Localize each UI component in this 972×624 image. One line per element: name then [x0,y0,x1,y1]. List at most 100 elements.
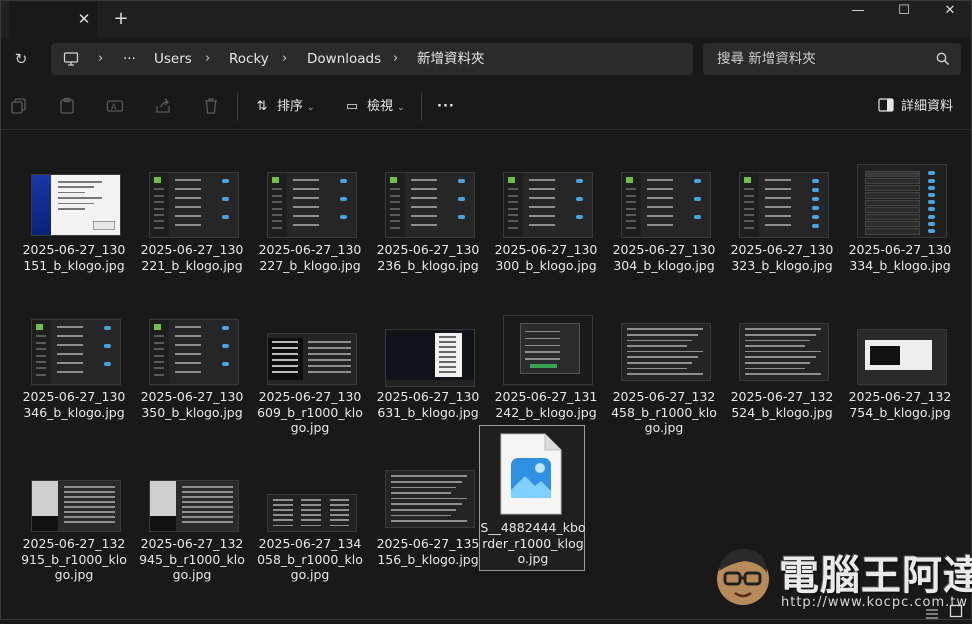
view-button[interactable]: ▭ 檢視 ⌄ [343,93,405,121]
file-item[interactable]: 2025-06-27_130350_b_klogo.jpg [137,285,243,429]
file-item[interactable]: 2025-06-27_130346_b_klogo.jpg [19,285,125,429]
explorer-window: ✕ + — ☐ ✕ ↻ › ··· Users › Rocky › Downlo… [0,0,972,620]
file-name: 2025-06-27_130631_b_klogo.jpg [376,389,480,420]
file-name: 2025-06-27_130346_b_klogo.jpg [22,389,126,420]
chevron-right-icon[interactable]: › [98,43,103,75]
file-item[interactable]: 2025-06-27_132524_b_klogo.jpg [727,285,833,429]
chevron-right-icon[interactable]: › [205,43,210,75]
delete-icon[interactable] [201,97,221,117]
image-thumbnail [621,172,711,238]
breadcrumb-more[interactable]: ··· [123,43,136,75]
breadcrumb-users[interactable]: Users [154,43,192,75]
file-item[interactable]: 2025-06-27_132945_b_r1000_klogo.jpg [137,432,245,582]
image-thumbnail [857,164,947,238]
share-icon[interactable] [153,97,173,117]
details-label: 詳細資料 [901,99,954,114]
file-item[interactable]: 2025-06-27_132754_b_klogo.jpg [845,285,951,429]
watermark-url: http://www.kocpc.com.tw [781,595,968,610]
file-item[interactable]: 2025-06-27_130631_b_klogo.jpg [373,285,479,429]
svg-text:A: A [111,103,117,112]
sort-button[interactable]: ⇅ 排序 ⌄ [253,93,315,121]
search-box[interactable]: 搜尋 新增資料夾 [703,43,961,75]
file-item[interactable]: 2025-06-27_135156_b_klogo.jpg [373,432,479,576]
file-name: 2025-06-27_130300_b_klogo.jpg [494,242,598,273]
breadcrumb[interactable]: › ··· Users › Rocky › Downloads › 新增資料夾 [51,43,693,75]
image-thumbnail [31,319,121,385]
maximize-button[interactable]: ☐ [881,1,927,21]
image-thumbnail [621,323,711,381]
more-options-button[interactable]: ··· [437,93,455,121]
image-thumbnail [267,494,357,532]
image-thumbnail [503,172,593,238]
copy-icon[interactable] [9,97,29,117]
chevron-right-icon[interactable]: › [282,43,287,75]
breadcrumb-current-folder[interactable]: 新增資料夾 [417,43,485,75]
minimize-button[interactable]: — [835,1,881,21]
breadcrumb-downloads[interactable]: Downloads [307,43,381,75]
file-item[interactable]: 2025-06-27_132458_b_r1000_klogo.jpg [609,285,717,435]
search-icon[interactable] [935,51,951,67]
rename-icon[interactable]: A [105,97,125,117]
details-pane-icon [877,93,895,121]
toolbar-divider [237,93,238,121]
large-icons-view-icon[interactable] [949,603,963,618]
file-item[interactable]: 2025-06-27_134058_b_r1000_klogo.jpg [255,432,363,582]
file-name: 2025-06-27_130227_b_klogo.jpg [258,242,362,273]
watermark-title: 電腦王阿達 [779,553,972,599]
file-item[interactable]: S__4882444_kborder_r1000_klogo.jpg [479,425,586,571]
file-name: 2025-06-27_132945_b_r1000_klogo.jpg [139,536,245,582]
file-item[interactable]: 2025-06-27_131242_b_klogo.jpg [491,285,597,429]
file-item[interactable]: 2025-06-27_130304_b_klogo.jpg [609,138,715,282]
image-thumbnail [149,172,239,238]
computer-icon[interactable] [63,51,79,67]
sort-label: 排序 [277,99,304,114]
image-thumbnail [267,172,357,238]
file-item[interactable]: 2025-06-27_130151_b_klogo.jpg [19,138,125,282]
file-name: 2025-06-27_131242_b_klogo.jpg [494,389,598,420]
close-tab-icon[interactable]: ✕ [73,8,95,30]
file-name: 2025-06-27_130151_b_klogo.jpg [22,242,126,273]
image-thumbnail [267,333,357,385]
image-thumbnail [385,470,475,528]
image-thumbnail [857,329,947,385]
close-window-button[interactable]: ✕ [927,1,972,21]
file-item[interactable]: 2025-06-27_130323_b_klogo.jpg [727,138,833,282]
file-item[interactable]: 2025-06-27_130300_b_klogo.jpg [491,138,597,282]
title-bar: ✕ + — ☐ ✕ [1,1,971,37]
file-name: 2025-06-27_132524_b_klogo.jpg [730,389,834,420]
image-thumbnail [149,480,239,532]
details-view-icon[interactable] [925,605,939,619]
image-thumbnail [385,172,475,238]
toolbar-divider [421,93,422,121]
file-name: 2025-06-27_132458_b_r1000_klogo.jpg [611,389,717,435]
image-thumbnail [503,315,593,385]
refresh-icon[interactable]: ↻ [9,47,33,71]
file-name: 2025-06-27_130304_b_klogo.jpg [612,242,716,273]
file-item[interactable]: 2025-06-27_130334_b_klogo.jpg [845,138,951,282]
file-name: 2025-06-27_130609_b_r1000_klogo.jpg [257,389,363,435]
details-pane-button[interactable]: 詳細資料 [877,93,953,121]
image-thumbnail [739,323,829,381]
image-thumbnail [31,174,121,236]
view-label: 檢視 [367,99,394,114]
view-icon: ▭ [345,99,359,114]
folder-tab[interactable]: ✕ [9,1,97,37]
breadcrumb-rocky[interactable]: Rocky [229,43,269,75]
new-tab-button[interactable]: + [109,7,133,31]
image-thumbnail [385,329,475,387]
file-name: 2025-06-27_130350_b_klogo.jpg [140,389,244,420]
file-item[interactable]: 2025-06-27_130227_b_klogo.jpg [255,138,361,282]
file-name: 2025-06-27_130236_b_klogo.jpg [376,242,480,273]
paste-icon[interactable] [57,97,77,117]
image-thumbnail [31,480,121,532]
search-input[interactable]: 搜尋 新增資料夾 [717,43,816,75]
chevron-right-icon[interactable]: › [393,43,398,75]
chevron-down-icon: ⌄ [397,103,405,113]
file-item[interactable]: 2025-06-27_130221_b_klogo.jpg [137,138,243,282]
image-thumbnail [739,172,829,238]
file-name: S__4882444_kborder_r1000_klogo.jpg [480,520,586,566]
file-item[interactable]: 2025-06-27_130236_b_klogo.jpg [373,138,479,282]
file-name: 2025-06-27_130221_b_klogo.jpg [140,242,244,273]
file-item[interactable]: 2025-06-27_132915_b_r1000_klogo.jpg [19,432,127,582]
file-item[interactable]: 2025-06-27_130609_b_r1000_klogo.jpg [255,285,363,435]
